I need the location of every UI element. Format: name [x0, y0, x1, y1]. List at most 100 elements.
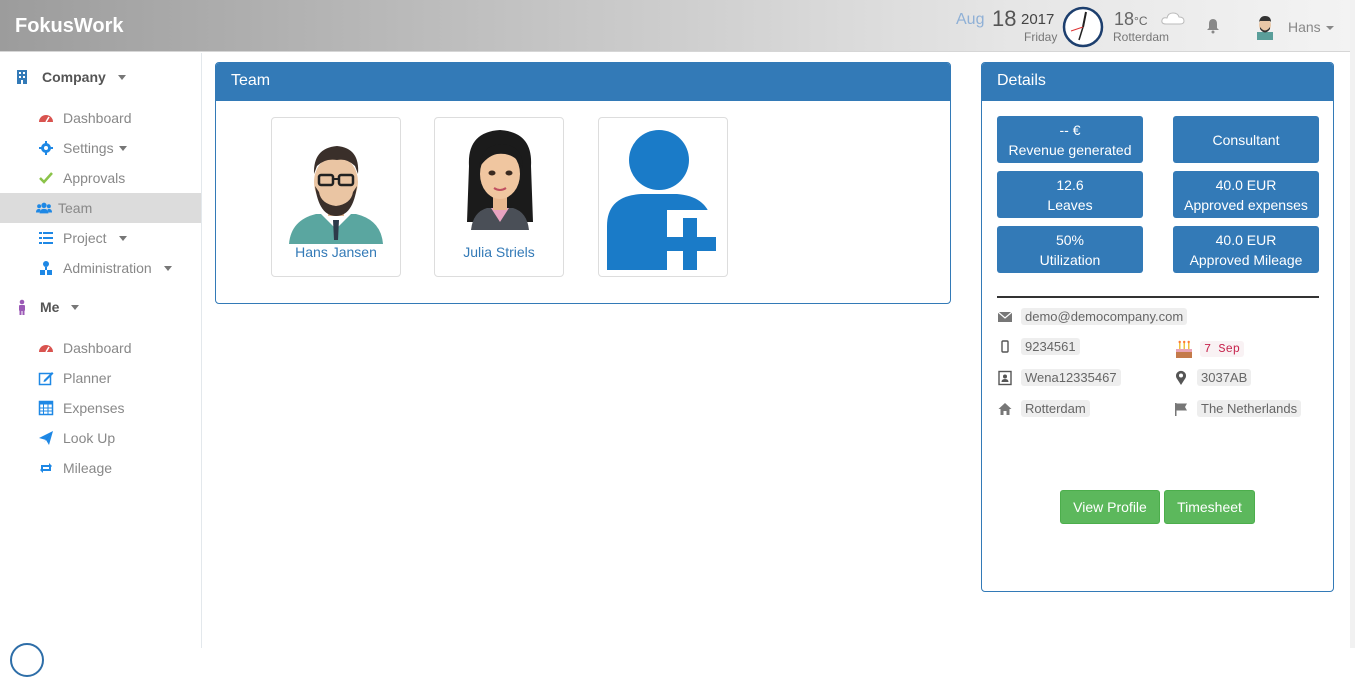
- sidebar: Company Dashboard Settings Approvals Tea…: [0, 53, 202, 677]
- sidebar-group-me[interactable]: Me: [14, 299, 80, 315]
- id-value: Wena12335467: [1021, 369, 1121, 386]
- dashboard-icon: [39, 345, 53, 353]
- details-panel: Details -- € Revenue generated Consultan…: [981, 62, 1334, 592]
- stat-value: -- €: [1059, 121, 1081, 138]
- list-icon: [39, 232, 53, 244]
- envelope-icon: [997, 311, 1013, 322]
- phone-value: 9234561: [1021, 338, 1080, 355]
- sidebar-item-planner[interactable]: Planner: [0, 363, 201, 393]
- stat-value: 40.0 EUR: [1215, 231, 1277, 248]
- date-year: 2017: [1021, 11, 1055, 28]
- user-menu-name[interactable]: Hans: [1288, 19, 1321, 35]
- email-row: demo@democompany.com: [997, 308, 1188, 325]
- sidebar-item-mileage[interactable]: Mileage: [0, 453, 201, 483]
- date-month: Aug: [956, 11, 985, 28]
- gear-icon: [39, 141, 53, 155]
- phone-row: 9234561: [997, 338, 1080, 355]
- team-panel: Team Hans Jansen Julia Striels: [215, 62, 951, 304]
- leaves-button[interactable]: 12.6 Leaves: [997, 171, 1143, 218]
- scrollbar[interactable]: [1350, 0, 1355, 648]
- member-avatar-image: [289, 146, 383, 244]
- stat-label: Revenue generated: [1008, 141, 1132, 158]
- approved-expenses-button[interactable]: 40.0 EUR Approved expenses: [1173, 171, 1319, 218]
- country-value: The Netherlands: [1197, 400, 1302, 417]
- approved-mileage-button[interactable]: 40.0 EUR Approved Mileage: [1173, 226, 1319, 273]
- birthday-row: 7 Sep: [1173, 338, 1245, 360]
- sidebar-item-administration[interactable]: Administration: [0, 253, 201, 283]
- sidebar-footer-circle[interactable]: [10, 643, 44, 677]
- chevron-down-icon: [118, 145, 127, 151]
- sidebar-item-me-dashboard[interactable]: Dashboard: [0, 333, 201, 363]
- top-bar: FokusWork Aug 18 2017 Friday 18°C Rotter…: [0, 0, 1350, 52]
- retweet-icon: [40, 463, 52, 473]
- add-user-icon: [607, 130, 717, 272]
- team-panel-title: Team: [216, 63, 950, 101]
- calculator-icon: [38, 400, 54, 416]
- sidebar-group-label: Company: [42, 69, 106, 85]
- postcode-row: 3037AB: [1173, 369, 1252, 386]
- bell-icon[interactable]: [1205, 18, 1221, 34]
- birthday-value: 7 Sep: [1200, 341, 1245, 357]
- team-member-card[interactable]: Hans Jansen: [271, 117, 401, 277]
- temperature-unit: °C: [1134, 14, 1148, 28]
- sidebar-item-team[interactable]: Team: [0, 193, 201, 223]
- view-profile-button[interactable]: View Profile: [1060, 490, 1160, 524]
- sidebar-group-company[interactable]: Company: [14, 69, 126, 85]
- details-panel-title: Details: [982, 63, 1333, 101]
- postcode-value: 3037AB: [1197, 369, 1252, 386]
- sidebar-item-look-up[interactable]: Look Up: [0, 423, 201, 453]
- team-member-name[interactable]: Julia Striels: [435, 244, 563, 260]
- avatar[interactable]: [1254, 14, 1276, 40]
- add-team-member-button[interactable]: [598, 117, 728, 277]
- clock-icon: [1062, 6, 1104, 48]
- sidebar-item-label: Administration: [63, 260, 152, 276]
- divider: [997, 296, 1319, 298]
- role-button[interactable]: Consultant: [1173, 116, 1319, 163]
- city-row: Rotterdam: [997, 400, 1090, 417]
- sidebar-item-expenses[interactable]: Expenses: [0, 393, 201, 423]
- stat-value: 12.6: [1056, 176, 1084, 193]
- sidebar-item-label: Approvals: [63, 170, 126, 186]
- sidebar-item-approvals[interactable]: Approvals: [0, 163, 201, 193]
- sidebar-item-label: Dashboard: [63, 340, 132, 356]
- stat-label: Approved Mileage: [1189, 251, 1303, 268]
- stat-value: 40.0 EUR: [1215, 176, 1277, 193]
- sidebar-item-label: Project: [63, 230, 107, 246]
- sidebar-item-settings[interactable]: Settings: [0, 133, 201, 163]
- temperature: 18°C: [1114, 9, 1148, 30]
- date-weekday: Friday: [1024, 30, 1058, 44]
- sidebar-item-label: Planner: [63, 370, 112, 386]
- chevron-down-icon: [163, 265, 172, 271]
- id-row: Wena12335467: [997, 369, 1121, 386]
- sidebar-item-project[interactable]: Project: [0, 223, 201, 253]
- brand-logo[interactable]: FokusWork: [15, 15, 124, 38]
- dashboard-icon: [39, 115, 53, 123]
- stat-value: 50%: [1055, 231, 1085, 248]
- weather-city: Rotterdam: [1113, 30, 1170, 44]
- sidebar-item-label: Expenses: [63, 400, 125, 416]
- date-day: 18: [992, 6, 1017, 31]
- check-icon: [39, 172, 53, 184]
- member-avatar-image: [467, 130, 533, 230]
- chevron-down-icon[interactable]: [1326, 26, 1334, 30]
- users-icon: [36, 202, 52, 214]
- stat-label: Utilization: [1039, 251, 1101, 268]
- building-icon: [17, 70, 27, 84]
- revenue-generated-button[interactable]: -- € Revenue generated: [997, 116, 1143, 163]
- country-row: The Netherlands: [1173, 400, 1302, 417]
- paper-plane-icon: [39, 431, 53, 445]
- chevron-down-icon: [117, 74, 126, 80]
- team-member-card[interactable]: Julia Striels: [434, 117, 564, 277]
- stat-label: Leaves: [1047, 196, 1093, 213]
- team-member-name[interactable]: Hans Jansen: [272, 244, 400, 260]
- temperature-value: 18: [1114, 9, 1135, 29]
- timesheet-button[interactable]: Timesheet: [1164, 490, 1255, 524]
- sidebar-item-label: Dashboard: [63, 110, 132, 126]
- sitemap-icon: [40, 261, 52, 275]
- cloud-icon: [1161, 12, 1185, 25]
- utilization-button[interactable]: 50% Utilization: [997, 226, 1143, 273]
- sidebar-item-dashboard[interactable]: Dashboard: [0, 103, 201, 133]
- flag-icon: [1175, 402, 1187, 416]
- sidebar-item-label: Settings: [63, 140, 114, 156]
- id-card-icon: [998, 370, 1012, 385]
